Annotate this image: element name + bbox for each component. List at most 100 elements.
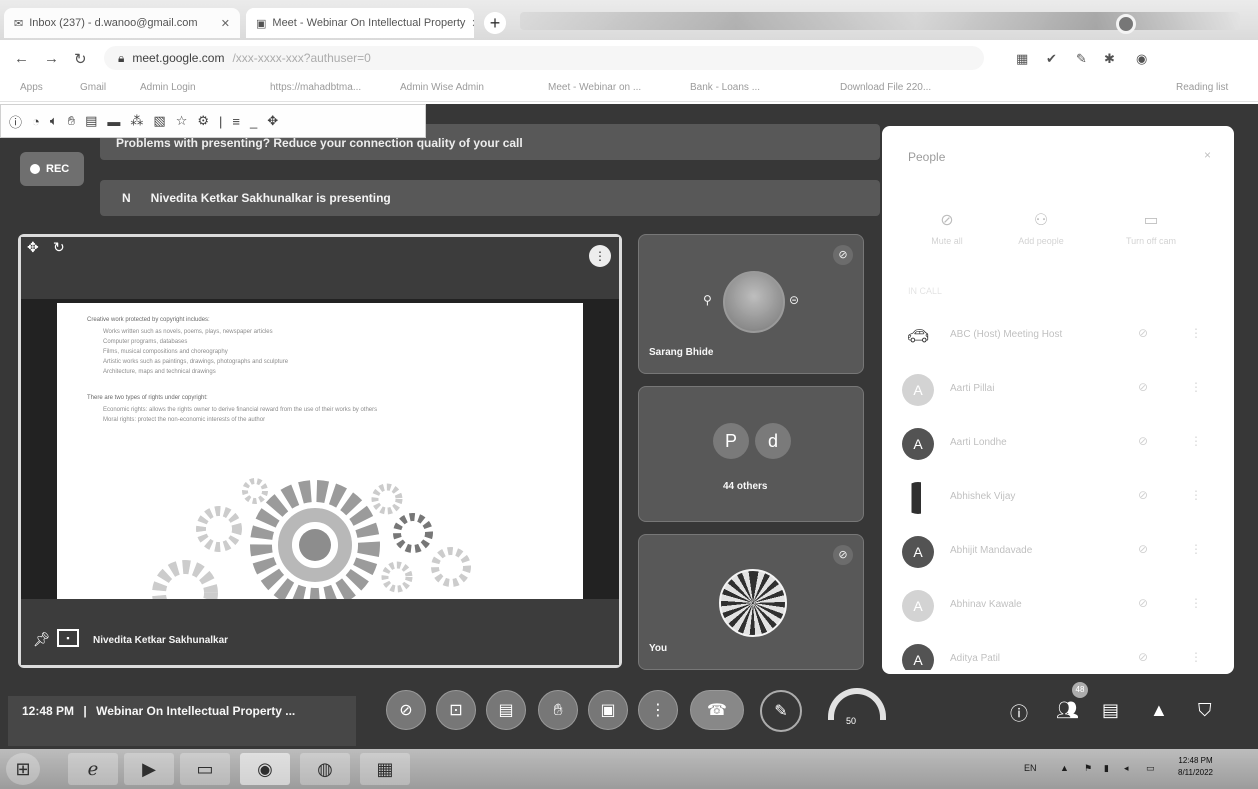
participant-row[interactable]: A Abhijit Mandavade ⊘ ⋮ [902,532,1222,572]
document-icon[interactable]: ▤ [85,113,97,129]
network-icon[interactable]: ▮ [1104,763,1109,774]
activities-icon[interactable]: ▲ [1150,700,1168,721]
media-player-icon: ▶ [142,759,156,779]
volume-icon[interactable]: 🔈︎ [50,113,58,129]
move-icon[interactable]: ✥ [267,113,278,129]
grid-icon[interactable]: ▦ [1016,51,1028,67]
hand-icon[interactable]: ✋︎ [68,113,75,129]
participant-row[interactable]: A Aarti Londhe ⊘ ⋮ [902,424,1222,464]
battery-icon[interactable]: ▭ [1146,763,1155,774]
move-icon[interactable]: ✥ [27,239,39,256]
camera-off-button[interactable]: ▭ Turn off cam [1106,210,1196,246]
bookmark-item[interactable]: https://mahadbtma... [270,82,361,93]
language-indicator[interactable]: EN [1024,763,1037,773]
info-icon[interactable]: ⓘ [9,112,22,131]
url-input[interactable]: 🔒︎ meet.google.com /xxx-xxxx-xxx?authuse… [104,46,984,70]
mic-off-icon: ⊘ [1138,326,1149,340]
participant-row[interactable]: Abhishek Vijay ⊘ ⋮ [902,478,1222,518]
remove-participant-icon[interactable]: ⊝ [789,293,799,307]
taskbar-ie[interactable]: ℯ [68,753,118,785]
taskbar-app[interactable]: ◍ [300,753,350,785]
more-icon[interactable]: ⋮ [1190,326,1202,340]
add-people-button[interactable]: ⚇ Add people [996,210,1086,246]
participant-tile[interactable]: ⊘ ⚲ ⊝ Sarang Bhide [638,234,864,374]
captions-button[interactable]: ▤ [486,690,526,730]
leave-call-button[interactable]: ☎︎ [690,690,744,730]
meet-stage: Problems with presenting? Reduce your co… [0,104,1258,749]
raise-hand-button[interactable]: ✋︎ [538,690,578,730]
people-icon[interactable]: 👥︎ [1056,700,1079,721]
camera-toggle-button[interactable]: ⊡ [436,690,476,730]
participant-row[interactable]: 🚗︎ ABC (Host) Meeting Host ⊘ ⋮ [902,316,1222,356]
gmail-icon: ✉ [14,17,24,30]
participant-row[interactable]: A Aditya Patil ⊘ ⋮ [902,640,1222,670]
bookmark-item[interactable]: Reading list [1176,82,1228,93]
rec-label: REC [46,163,70,175]
host-controls-icon[interactable]: ⛉ [1198,700,1212,721]
close-icon[interactable]: × [1204,148,1211,162]
bookmark-item[interactable]: Meet - Webinar on ... [548,82,641,93]
reload-icon[interactable]: ↻ [74,50,87,68]
others-tile[interactable]: P d 44 others [638,386,864,522]
present-screen-icon[interactable]: ▪ [57,629,79,647]
participant-row[interactable]: A Aarti Pillai ⊘ ⋮ [902,370,1222,410]
grid-icon[interactable]: ⁂ [130,113,143,129]
bookmark-item[interactable]: Download File 220... [840,82,931,93]
minus-icon[interactable]: ▬ [107,114,120,129]
volume-icon[interactable]: ◂ [1124,763,1129,774]
bookmark-item[interactable]: Gmail [80,82,106,93]
start-button[interactable]: ⊞ [6,753,40,785]
puzzle-icon[interactable]: ✱ [1104,51,1115,67]
check-icon[interactable]: ✔ [1046,51,1057,67]
self-tile[interactable]: ⊘ You [638,534,864,670]
taskbar-media[interactable]: ▶ [124,753,174,785]
profile-icon[interactable] [1116,14,1136,34]
presenter-initial: N [122,191,131,205]
more-icon[interactable]: ⋮ [1190,488,1202,502]
participant-name: ABC (Host) Meeting Host [950,329,1063,340]
present-button[interactable]: ▣ [588,690,628,730]
taskbar-chrome[interactable]: ◉ [240,753,290,785]
more-icon[interactable]: ⋮ [1190,650,1202,664]
bookmark-item[interactable]: Bank - Loans ... [690,82,760,93]
settings-icon[interactable]: ⚙ [197,113,209,129]
presentation-tile[interactable]: ✥ ↻ ⋮ Creative work protected by copyrig… [18,234,622,668]
ring-button[interactable]: ✎ [760,690,802,732]
bookmark-item[interactable]: Admin Wise Admin [400,82,484,93]
close-tab-icon[interactable]: ✕ [221,17,230,30]
taskbar-word[interactable]: ▦ [360,753,410,785]
minimize-icon[interactable]: _ [250,114,257,129]
taskbar-explorer[interactable]: ▭ [180,753,230,785]
more-icon[interactable]: ⋮ [1190,434,1202,448]
tab-gmail[interactable]: ✉ Inbox (237) - d.wanoo@gmail.com ✕ [4,8,240,38]
more-icon[interactable]: ⋮ [1190,542,1202,556]
info-icon[interactable]: ⓘ [1010,700,1028,726]
flag-icon[interactable]: ⚑ [1084,763,1092,774]
close-tab-icon[interactable]: ✕ [471,17,474,30]
meet-icon: ▣ [256,17,267,30]
more-icon[interactable]: ⋮ [1190,596,1202,610]
participant-row[interactable]: A Abhinav Kawale ⊘ ⋮ [902,586,1222,626]
mic-toggle-button[interactable]: ⊘ [386,690,426,730]
bookmark-item[interactable]: Apps [20,82,43,93]
refresh-icon[interactable]: ↻ [53,239,65,256]
profile-avatar-icon[interactable]: ◉ [1136,51,1147,67]
tray-arrow-icon[interactable]: ▲ [1060,763,1069,773]
pin-participant-icon[interactable]: ⚲ [703,293,712,307]
more-icon[interactable]: ⋮ [1190,380,1202,394]
chat-icon[interactable]: ▤ [1102,700,1119,721]
extension-icon[interactable]: ✎ [1076,51,1087,67]
back-icon[interactable]: ← [14,50,29,67]
tab-meet[interactable]: ▣ Meet - Webinar On Intellectual Propert… [246,8,474,38]
chat-bubble-icon[interactable]: ◔ [32,114,40,129]
mute-all-button[interactable]: ⊘ Mute all [902,210,992,246]
image-icon[interactable]: ▧ [153,113,165,129]
system-clock[interactable]: 12:48 PM 8/11/2022 [1178,755,1213,779]
forward-icon[interactable]: → [44,50,59,67]
pin-icon[interactable]: 📌︎ [33,631,51,648]
more-options-button[interactable]: ⋮ [638,690,678,730]
new-tab-button[interactable]: + [484,12,506,34]
menu-icon[interactable]: ≡ [232,114,240,129]
star-icon[interactable]: ☆ [176,113,188,129]
bookmark-item[interactable]: Admin Login [140,82,196,93]
